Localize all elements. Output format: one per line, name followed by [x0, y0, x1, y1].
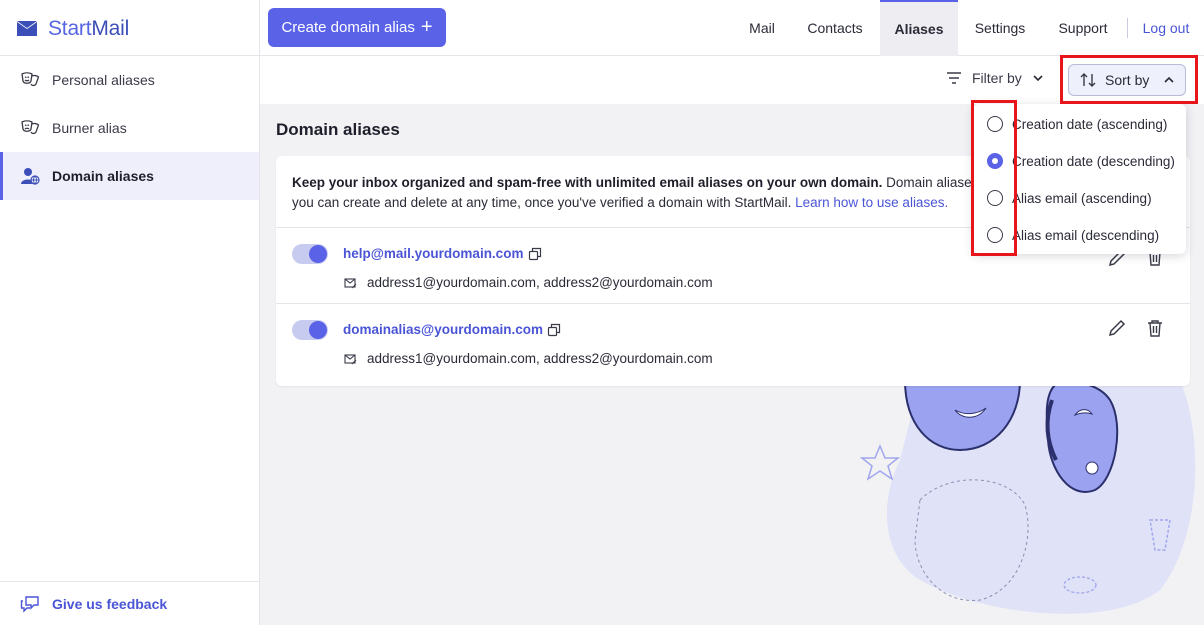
filter-by-button[interactable]: Filter by [946, 70, 1044, 86]
create-button-label: Create domain alias [281, 19, 415, 36]
intro-text: Keep your inbox organized and spam-free … [292, 173, 982, 213]
sidebar-item-label: Personal aliases [52, 72, 155, 88]
sort-option-label: Creation date (descending) [1012, 153, 1175, 169]
sidebar-item-domain-aliases[interactable]: Domain aliases [0, 152, 259, 200]
radio-button-selected[interactable] [987, 153, 1003, 169]
feedback-link[interactable]: Give us feedback [0, 581, 259, 625]
envelope-logo-icon [17, 21, 37, 36]
learn-aliases-link[interactable]: Learn how to use aliases. [795, 195, 948, 210]
theatre-masks-illustration [860, 380, 1196, 614]
nav-contacts[interactable]: Contacts [798, 0, 872, 56]
nav-aliases[interactable]: Aliases [880, 0, 958, 56]
sidebar: StartMail Personal aliases Burner alias … [0, 0, 260, 625]
sidebar-item-label: Burner alias [52, 120, 127, 136]
alias-enabled-toggle[interactable] [292, 320, 328, 340]
nav-separator [1127, 18, 1128, 38]
radio-button[interactable] [987, 227, 1003, 243]
feedback-chat-icon [20, 595, 39, 613]
forward-addresses: address1@yourdomain.com, address2@yourdo… [344, 351, 713, 366]
nav-settings[interactable]: Settings [966, 0, 1034, 56]
create-domain-alias-button[interactable]: Create domain alias + [268, 8, 446, 47]
radio-button[interactable] [987, 116, 1003, 132]
chevron-up-icon [1164, 76, 1174, 83]
edit-pencil-icon[interactable] [1107, 318, 1127, 338]
sort-option-alias-asc[interactable]: Alias email (ascending) [987, 188, 1152, 208]
toggle-knob [309, 321, 327, 339]
sort-option-label: Creation date (ascending) [1012, 116, 1168, 132]
copy-icon[interactable] [547, 323, 561, 337]
nav-mail[interactable]: Mail [738, 0, 786, 56]
logo-text: StartMail [48, 17, 130, 40]
burner-masks-icon [21, 120, 40, 135]
sidebar-item-personal-aliases[interactable]: Personal aliases [0, 56, 259, 104]
radio-button[interactable] [987, 190, 1003, 206]
forward-mail-icon [344, 353, 357, 364]
alias-email[interactable]: help@mail.yourdomain.com [343, 246, 523, 261]
startmail-logo[interactable]: StartMail [16, 14, 129, 44]
forward-addresses-text: address1@yourdomain.com, address2@yourdo… [367, 275, 713, 290]
intro-line2-text: you can create and delete at any time, o… [292, 195, 796, 210]
intro-rest-text: Domain aliases [882, 175, 979, 190]
chevron-down-icon [1033, 75, 1043, 82]
sort-option-creation-asc[interactable]: Creation date (ascending) [987, 114, 1167, 134]
sort-dropdown-menu: Creation date (ascending) Creation date … [973, 104, 1186, 254]
sidebar-item-burner-alias[interactable]: Burner alias [0, 104, 259, 152]
sidebar-item-label: Domain aliases [52, 168, 154, 184]
feedback-label: Give us feedback [52, 595, 168, 612]
forward-addresses-text: address1@yourdomain.com, address2@yourdo… [367, 351, 713, 366]
sort-option-label: Alias email (descending) [1012, 227, 1160, 243]
sort-by-button[interactable]: Sort by [1068, 64, 1186, 96]
user-domain-icon [21, 168, 40, 185]
nav-support[interactable]: Support [1050, 0, 1116, 56]
alias-email[interactable]: domainalias@yourdomain.com [343, 322, 543, 337]
forward-mail-icon [344, 277, 357, 288]
delete-trash-icon[interactable] [1147, 319, 1163, 337]
logout-link[interactable]: Log out [1132, 0, 1200, 56]
filter-icon [947, 72, 961, 84]
masks-icon [21, 72, 40, 87]
intro-bold-text: Keep your inbox organized and spam-free … [292, 175, 883, 190]
sort-label: Sort by [1105, 72, 1150, 88]
sort-option-label: Alias email (ascending) [1012, 190, 1152, 206]
toolbar: Filter by Sort by [260, 56, 1204, 104]
page-title: Domain aliases [276, 120, 400, 139]
sort-option-alias-desc[interactable]: Alias email (descending) [987, 225, 1159, 245]
forward-addresses: address1@yourdomain.com, address2@yourdo… [344, 275, 713, 290]
plus-icon: + [420, 15, 433, 38]
top-navigation-bar: Create domain alias + Mail Contacts Alia… [260, 0, 1204, 56]
sort-option-creation-desc[interactable]: Creation date (descending) [987, 151, 1175, 171]
filter-label: Filter by [972, 70, 1022, 86]
copy-icon[interactable] [528, 247, 542, 261]
alias-enabled-toggle[interactable] [292, 244, 328, 264]
row-divider [276, 303, 1190, 304]
toggle-knob [309, 245, 327, 263]
sort-arrows-icon [1080, 73, 1096, 87]
